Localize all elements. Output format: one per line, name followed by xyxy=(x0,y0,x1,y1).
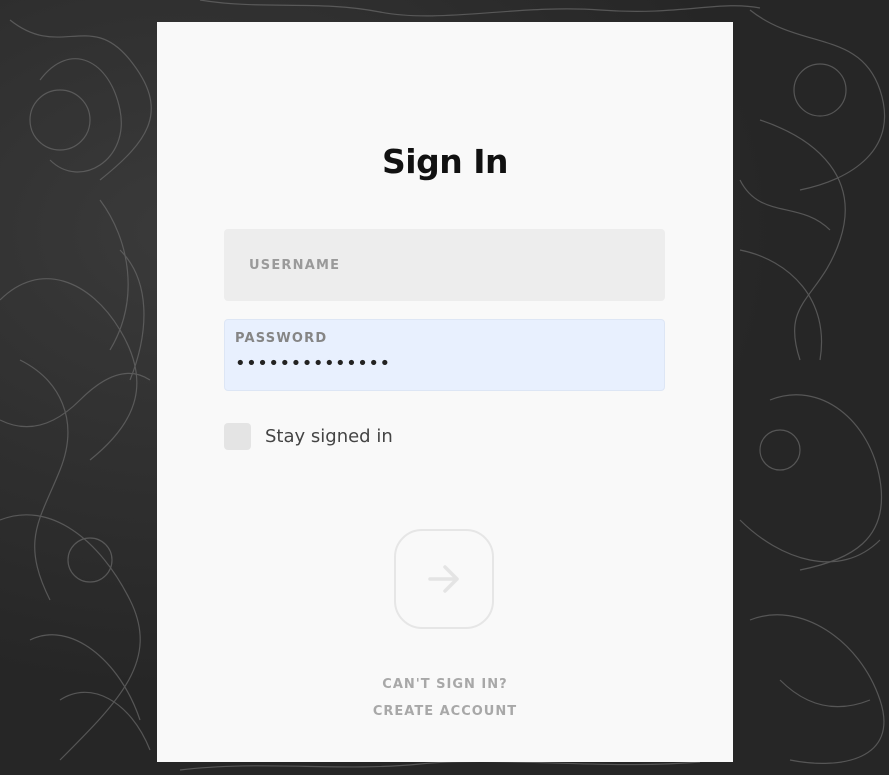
cant-sign-in-link[interactable]: CAN'T SIGN IN? xyxy=(157,677,733,692)
stay-signed-in-row[interactable]: Stay signed in xyxy=(224,422,393,450)
stay-signed-in-checkbox[interactable] xyxy=(224,422,251,450)
password-field[interactable]: PASSWORD •••••••••••••• xyxy=(224,319,665,391)
sign-in-card: Sign In USERNAME PASSWORD ••••••••••••••… xyxy=(157,22,733,762)
sign-in-button[interactable] xyxy=(394,529,494,629)
arrow-right-icon xyxy=(428,565,459,593)
stay-signed-in-label: Stay signed in xyxy=(265,425,393,447)
create-account-link[interactable]: CREATE ACCOUNT xyxy=(157,704,733,719)
username-label: USERNAME xyxy=(249,258,341,273)
password-label: PASSWORD xyxy=(235,331,328,346)
password-input[interactable]: •••••••••••••• xyxy=(235,353,655,374)
page-title: Sign In xyxy=(382,142,508,181)
username-field[interactable]: USERNAME xyxy=(224,229,665,301)
